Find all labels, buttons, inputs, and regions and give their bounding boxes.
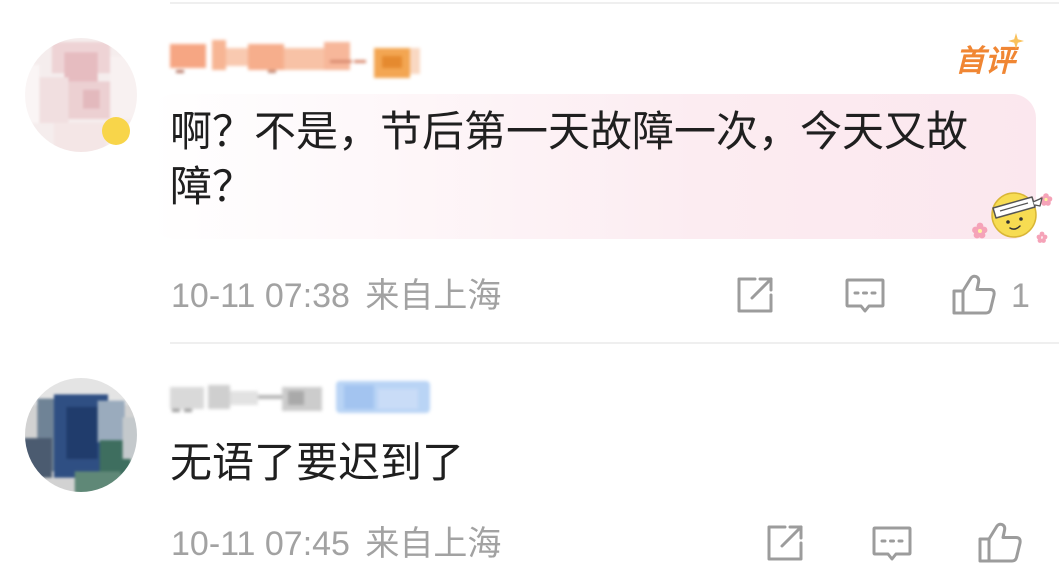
author-name-redacted[interactable] bbox=[168, 379, 328, 419]
comment-meta: 10-11 07:38 来自上海 bbox=[171, 276, 501, 316]
comment-icon[interactable] bbox=[871, 525, 913, 563]
comment-text[interactable]: 啊？不是，节后第一天故障一次，今天又故障？ bbox=[170, 104, 1000, 214]
author-badge[interactable] bbox=[372, 44, 422, 82]
author-name-redacted[interactable] bbox=[168, 36, 368, 80]
author-name[interactable] bbox=[168, 379, 328, 419]
comment-button[interactable] bbox=[871, 525, 913, 563]
avatar[interactable] bbox=[25, 378, 137, 492]
repost-button[interactable] bbox=[765, 524, 805, 562]
comment-text[interactable]: 无语了要迟到了 bbox=[170, 435, 1000, 490]
thumbs-up-icon[interactable] bbox=[951, 274, 997, 316]
like-count[interactable]: 1 bbox=[1011, 276, 1030, 316]
bubble-sticker bbox=[972, 192, 1053, 243]
like-button[interactable] bbox=[951, 274, 997, 316]
comment-time: 10-11 07:45 bbox=[171, 525, 350, 563]
comment-location: 来自上海 bbox=[365, 524, 502, 564]
avatar-vip-badge bbox=[102, 117, 130, 145]
comment-time: 10-11 07:38 bbox=[171, 277, 350, 315]
sparkle-icon bbox=[1008, 33, 1024, 49]
repost-button[interactable] bbox=[735, 276, 775, 314]
divider-top bbox=[170, 2, 1059, 4]
repost-icon[interactable] bbox=[735, 276, 775, 314]
author-badge-redacted[interactable] bbox=[334, 379, 432, 417]
comment-list: 首评 啊？不是，节后第一天故障一次，今天又故障？ 10-11 07:38 来自上… bbox=[0, 0, 1059, 588]
divider bbox=[170, 342, 1059, 344]
repost-icon[interactable] bbox=[765, 524, 805, 562]
comment-button[interactable] bbox=[844, 277, 886, 315]
thumbs-up-icon[interactable] bbox=[977, 522, 1023, 564]
like-button[interactable] bbox=[977, 522, 1023, 564]
author-badge[interactable] bbox=[334, 379, 432, 417]
first-comment-badge: 首评 bbox=[955, 44, 1015, 79]
author-badge-redacted[interactable] bbox=[372, 44, 422, 82]
avatar-image[interactable] bbox=[25, 378, 137, 492]
comment-meta: 10-11 07:45 来自上海 bbox=[171, 524, 501, 564]
comment-icon[interactable] bbox=[844, 277, 886, 315]
author-name[interactable] bbox=[168, 36, 368, 80]
comment-location: 来自上海 bbox=[365, 276, 502, 316]
